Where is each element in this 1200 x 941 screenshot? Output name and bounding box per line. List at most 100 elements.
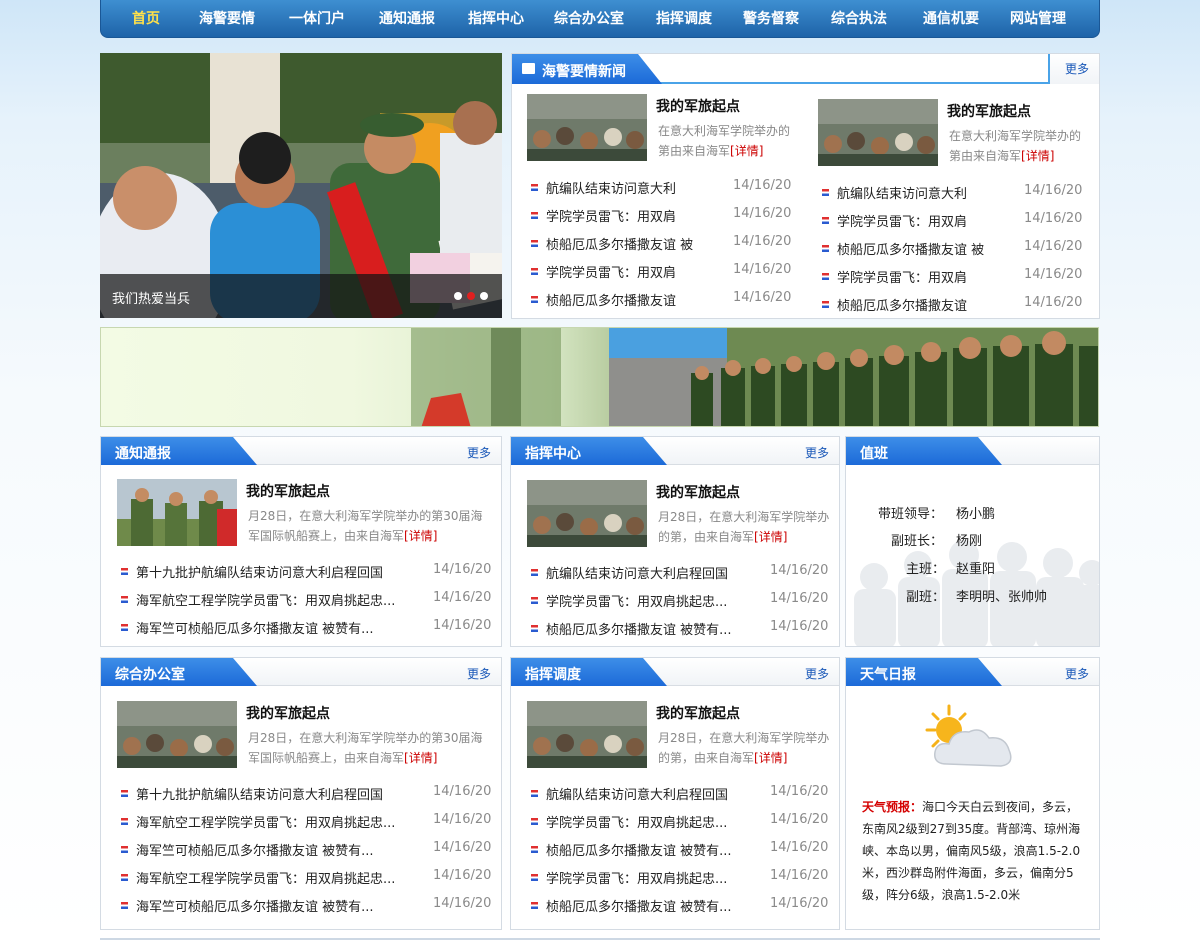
dispatch-feature-thumb[interactable] (527, 701, 647, 768)
list-item[interactable]: 航编队结束访问意大利启程回国 14/16/20 (531, 784, 833, 804)
list-item-title[interactable]: 航编队结束访问意大利 (837, 183, 967, 202)
list-item[interactable]: 学院学员雷飞：用双肩 14/16/20 (822, 267, 1084, 287)
list-item-title[interactable]: 学院学员雷飞：用双肩 (546, 206, 676, 225)
list-item[interactable]: 学院学员雷飞：用双肩 14/16/20 (531, 262, 793, 282)
list-item-title[interactable]: 桢船厄瓜多尔播撒友谊 (546, 290, 676, 309)
detail-link[interactable]: [详情] (730, 144, 763, 158)
detail-link[interactable]: [详情] (754, 530, 787, 544)
news-feature-1-thumb[interactable] (527, 94, 647, 161)
list-item-title[interactable]: 桢船厄瓜多尔播撒友谊 被赞有... (546, 619, 732, 638)
list-item[interactable]: 第十九批护航编队结束访问意大利启程回国 14/16/20 (121, 562, 493, 582)
list-item[interactable]: 桢船厄瓜多尔播撒友谊 14/16/20 (822, 295, 1084, 315)
list-item[interactable]: 学院学员雷飞：用双肩挑起忠... 14/16/20 (531, 591, 833, 611)
list-item-title[interactable]: 桢船厄瓜多尔播撒友谊 被赞有... (546, 840, 732, 859)
list-item-title[interactable]: 桢船厄瓜多尔播撒友谊 (837, 295, 967, 314)
list-item-title[interactable]: 第十九批护航编队结束访问意大利启程回国 (136, 784, 383, 803)
list-item-title[interactable]: 学院学员雷飞：用双肩 (837, 211, 967, 230)
news-feature-2-thumb[interactable] (818, 99, 938, 166)
list-item-title[interactable]: 海军竺可桢船厄瓜多尔播撒友谊 被赞有... (136, 840, 374, 859)
list-item[interactable]: 学院学员雷飞：用双肩 14/16/20 (531, 206, 793, 226)
list-item[interactable]: 桢船厄瓜多尔播撒友谊 被 14/16/20 (531, 234, 793, 254)
nav-coast-guard-news[interactable]: 海警要情 (181, 0, 273, 38)
nav-general-office[interactable]: 综合办公室 (539, 0, 639, 38)
weather-forecast-label: 天气预报： (862, 800, 923, 814)
list-item[interactable]: 第十九批护航编队结束访问意大利启程回国 14/16/20 (121, 784, 493, 804)
nav-communications[interactable]: 通信机要 (905, 0, 997, 38)
photo-slider[interactable]: 我们热爱当兵 (100, 53, 502, 318)
command-more-link[interactable]: 更多 (805, 444, 829, 461)
list-item-title[interactable]: 海军航空工程学院学员雷飞：用双肩挑起忠... (136, 590, 395, 609)
notice-more-link[interactable]: 更多 (467, 444, 491, 461)
list-item-date: 14/16/20 (433, 812, 492, 827)
dispatch-more-link[interactable]: 更多 (805, 665, 829, 682)
list-item[interactable]: 学院学员雷飞：用双肩挑起忠... 14/16/20 (531, 812, 833, 832)
detail-link[interactable]: [详情] (404, 751, 437, 765)
list-item-date: 14/16/20 (770, 868, 829, 883)
detail-link[interactable]: [详情] (404, 529, 437, 543)
news-feature-1-title[interactable]: 我的军旅起点 (656, 96, 740, 116)
list-item-title[interactable]: 桢船厄瓜多尔播撒友谊 被 (837, 239, 984, 258)
notice-header: 通知通报 更多 (101, 437, 501, 465)
list-item[interactable]: 桢船厄瓜多尔播撒友谊 14/16/20 (531, 290, 793, 310)
office-feature-thumb[interactable] (117, 701, 237, 768)
list-item[interactable]: 海军竺可桢船厄瓜多尔播撒友谊 被赞有... 14/16/20 (121, 618, 493, 638)
list-item[interactable]: 航编队结束访问意大利启程回国 14/16/20 (531, 563, 833, 583)
notice-feature-title[interactable]: 我的军旅起点 (246, 481, 330, 501)
news-more-link[interactable]: 更多 (1065, 60, 1089, 77)
command-feature-desc: 月28日，在意大利海军学院举办的第，由来自海军[详情] (658, 510, 830, 544)
command-feature-title[interactable]: 我的军旅起点 (656, 482, 740, 502)
dispatch-feature-title[interactable]: 我的军旅起点 (656, 703, 740, 723)
notice-feature-thumb[interactable] (117, 479, 237, 546)
list-item[interactable]: 海军航空工程学院学员雷飞：用双肩挑起忠... 14/16/20 (121, 812, 493, 832)
list-item-title[interactable]: 学院学员雷飞：用双肩 (546, 262, 676, 281)
slider-caption[interactable]: 我们热爱当兵 (112, 288, 190, 307)
nav-law-enforcement[interactable]: 综合执法 (813, 0, 905, 38)
nav-site-admin[interactable]: 网站管理 (997, 0, 1079, 38)
list-item-title[interactable]: 海军竺可桢船厄瓜多尔播撒友谊 被赞有... (136, 896, 374, 915)
detail-link[interactable]: [详情] (1021, 149, 1054, 163)
slider-dot[interactable] (454, 292, 462, 300)
list-item[interactable]: 学院学员雷飞：用双肩挑起忠... 14/16/20 (531, 868, 833, 888)
list-item[interactable]: 海军竺可桢船厄瓜多尔播撒友谊 被赞有... 14/16/20 (121, 840, 493, 860)
soldiers-banner[interactable] (100, 327, 1099, 427)
duty-value-deputy-leader: 杨刚 (956, 534, 983, 549)
list-item-title[interactable]: 航编队结束访问意大利启程回国 (546, 784, 728, 803)
nav-portal[interactable]: 一体门户 (273, 0, 361, 38)
nav-command-center[interactable]: 指挥中心 (453, 0, 539, 38)
list-item-title[interactable]: 航编队结束访问意大利 (546, 178, 676, 197)
list-item-title[interactable]: 第十九批护航编队结束访问意大利启程回国 (136, 562, 383, 581)
list-item[interactable]: 海军竺可桢船厄瓜多尔播撒友谊 被赞有... 14/16/20 (121, 896, 493, 916)
detail-link[interactable]: [详情] (754, 751, 787, 765)
list-item-title[interactable]: 学院学员雷飞：用双肩挑起忠... (546, 868, 727, 887)
list-item-title[interactable]: 学院学员雷飞：用双肩 (837, 267, 967, 286)
list-item-title[interactable]: 桢船厄瓜多尔播撒友谊 被赞有... (546, 896, 732, 915)
list-item-title[interactable]: 海军航空工程学院学员雷飞：用双肩挑起忠... (136, 812, 395, 831)
list-item[interactable]: 桢船厄瓜多尔播撒友谊 被 14/16/20 (822, 239, 1084, 259)
slider-dot-active[interactable] (467, 292, 475, 300)
list-item[interactable]: 海军航空工程学院学员雷飞：用双肩挑起忠... 14/16/20 (121, 590, 493, 610)
list-item[interactable]: 海军航空工程学院学员雷飞：用双肩挑起忠... 14/16/20 (121, 868, 493, 888)
nav-dispatch[interactable]: 指挥调度 (639, 0, 729, 38)
list-item[interactable]: 航编队结束访问意大利 14/16/20 (822, 183, 1084, 203)
list-item[interactable]: 桢船厄瓜多尔播撒友谊 被赞有... 14/16/20 (531, 619, 833, 639)
list-item[interactable]: 桢船厄瓜多尔播撒友谊 被赞有... 14/16/20 (531, 896, 833, 916)
news-feature-2-title[interactable]: 我的军旅起点 (947, 101, 1031, 121)
list-item-title[interactable]: 海军航空工程学院学员雷飞：用双肩挑起忠... (136, 868, 395, 887)
slider-dot[interactable] (480, 292, 488, 300)
list-item[interactable]: 学院学员雷飞：用双肩 14/16/20 (822, 211, 1084, 231)
list-item-title[interactable]: 桢船厄瓜多尔播撒友谊 被 (546, 234, 693, 253)
list-item-title[interactable]: 航编队结束访问意大利启程回国 (546, 563, 728, 582)
weather-more-link[interactable]: 更多 (1065, 665, 1089, 682)
nav-home[interactable]: 首页 (111, 0, 181, 38)
weather-panel: 天气日报 更多 天气预报：海口今天白云到夜间，多云，东南风2级到27到35度。背… (845, 657, 1100, 930)
office-more-link[interactable]: 更多 (467, 665, 491, 682)
office-feature-title[interactable]: 我的军旅起点 (246, 703, 330, 723)
nav-notices[interactable]: 通知通报 (361, 0, 453, 38)
list-item[interactable]: 航编队结束访问意大利 14/16/20 (531, 178, 793, 198)
command-feature-thumb[interactable] (527, 480, 647, 547)
list-item-title[interactable]: 学院学员雷飞：用双肩挑起忠... (546, 591, 727, 610)
list-item-title[interactable]: 海军竺可桢船厄瓜多尔播撒友谊 被赞有... (136, 618, 374, 637)
list-item-title[interactable]: 学院学员雷飞：用双肩挑起忠... (546, 812, 727, 831)
nav-inspection[interactable]: 警务督察 (729, 0, 813, 38)
list-item[interactable]: 桢船厄瓜多尔播撒友谊 被赞有... 14/16/20 (531, 840, 833, 860)
